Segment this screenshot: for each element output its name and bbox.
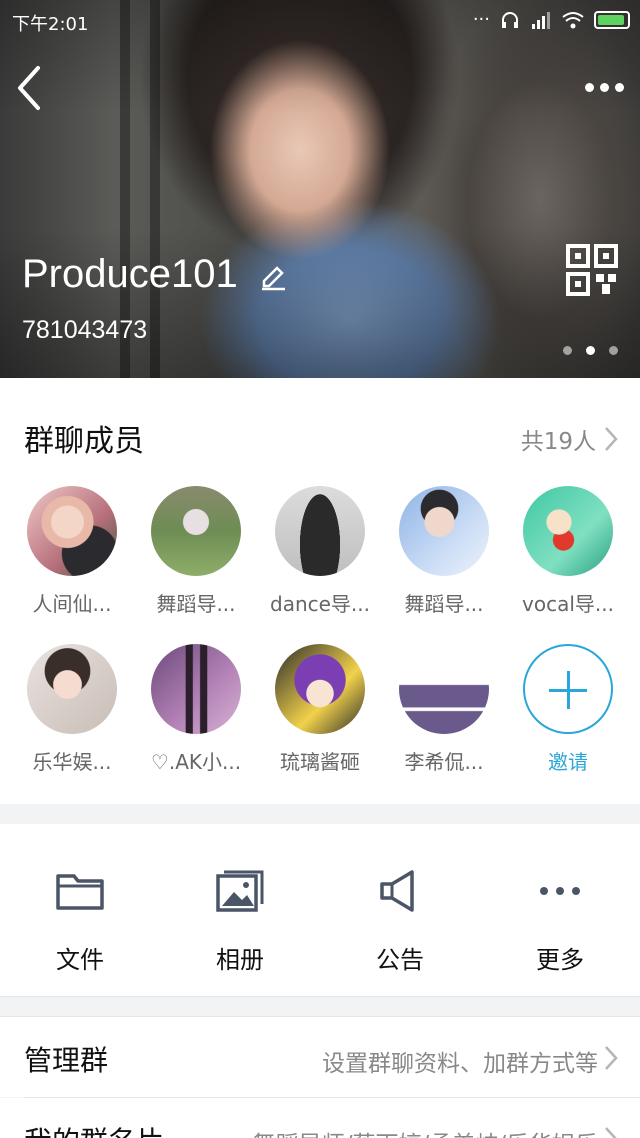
edit-icon[interactable] — [258, 262, 288, 292]
member-item[interactable]: 李希侃... — [382, 644, 506, 775]
avatar — [275, 486, 365, 576]
headphones-icon — [502, 11, 518, 28]
status-icons: ··· — [473, 9, 630, 30]
row-value: 舞蹈导师/蔡雨婷/孟美岐/乐华娱乐 — [253, 1125, 598, 1138]
avatar — [27, 486, 117, 576]
member-name: ♡.AK小... — [150, 750, 242, 774]
member-item[interactable]: 乐华娱... — [10, 644, 134, 775]
battery-icon — [594, 10, 630, 29]
files-button[interactable]: 文件 — [0, 866, 160, 975]
chevron-right-icon — [605, 1046, 618, 1070]
row-title: 我的群名片 — [24, 1120, 164, 1138]
members-section: 群聊成员 共19人 人间仙... 舞蹈导... dance导... 舞蹈导...… — [0, 378, 640, 804]
chevron-right-icon — [605, 427, 618, 451]
member-item[interactable]: 琉璃酱砸 — [258, 644, 382, 775]
more-button[interactable]: 更多 — [480, 866, 640, 975]
avatar — [151, 486, 241, 576]
quick-actions: 文件 相册 公告 更多 — [0, 824, 640, 996]
group-id: 781043473 — [22, 316, 148, 344]
more-icon — [540, 887, 580, 895]
member-name: 人间仙... — [32, 592, 112, 616]
chevron-right-icon — [605, 1127, 617, 1138]
members-count[interactable]: 共19人 — [521, 422, 596, 456]
page-dot — [609, 346, 618, 355]
more-dot — [599, 82, 609, 92]
more-options-button[interactable] — [582, 72, 626, 102]
signal-icon — [532, 11, 550, 29]
member-name: 乐华娱... — [32, 750, 112, 774]
member-name: 舞蹈导... — [156, 592, 236, 616]
chevron-left-icon — [18, 66, 40, 110]
my-group-card-row[interactable]: 我的群名片 舞蹈导师/蔡雨婷/孟美岐/乐华娱乐 — [0, 1098, 640, 1138]
announcement-button[interactable]: 公告 — [320, 866, 480, 975]
member-item[interactable]: 人间仙... — [10, 486, 134, 617]
album-button[interactable]: 相册 — [160, 866, 320, 975]
wifi-icon — [562, 11, 584, 28]
action-label: 相册 — [216, 946, 264, 974]
more-dot — [614, 82, 624, 92]
member-name: dance导... — [270, 592, 370, 616]
folder-icon — [56, 874, 104, 910]
photo-page-indicator — [563, 346, 618, 355]
back-button[interactable] — [12, 62, 52, 114]
member-item[interactable]: vocal导... — [506, 486, 630, 617]
member-name: vocal导... — [522, 592, 614, 616]
group-name: Produce101 — [22, 252, 238, 296]
avatar — [151, 644, 241, 734]
avatar — [275, 644, 365, 734]
qr-code-icon[interactable] — [566, 244, 618, 296]
divider — [0, 996, 640, 997]
avatar — [399, 644, 489, 734]
manage-group-row[interactable]: 管理群 设置群聊资料、加群方式等 — [0, 1017, 640, 1097]
member-item[interactable]: dance导... — [258, 486, 382, 617]
status-bar: 下午2:01 ··· — [0, 0, 640, 44]
avatar — [399, 486, 489, 576]
announcement-icon — [380, 870, 414, 912]
more-dot — [584, 82, 594, 92]
album-icon — [216, 870, 264, 912]
row-value: 设置群聊资料、加群方式等 — [322, 1051, 598, 1077]
row-title: 管理群 — [24, 1044, 109, 1077]
member-name: 李希侃... — [404, 750, 484, 774]
avatar — [27, 644, 117, 734]
invite-button[interactable]: 邀请 — [506, 644, 630, 775]
page-dot-active — [586, 346, 595, 355]
member-name: 琉璃酱砸 — [280, 750, 360, 774]
member-item[interactable]: 舞蹈导... — [382, 486, 506, 617]
group-cover-photo[interactable]: 下午2:01 ··· Produce101 781043473 — [0, 0, 640, 378]
avatar — [523, 486, 613, 576]
members-title: 群聊成员 — [24, 424, 144, 459]
member-name: 舞蹈导... — [404, 592, 484, 616]
member-item[interactable]: ♡.AK小... — [134, 644, 258, 775]
invite-label: 邀请 — [548, 750, 588, 774]
plus-icon — [523, 644, 613, 734]
action-label: 公告 — [376, 946, 424, 974]
member-item[interactable]: 舞蹈导... — [134, 486, 258, 617]
page-dot — [563, 346, 572, 355]
status-time: 下午2:01 — [12, 14, 89, 35]
action-label: 更多 — [536, 946, 584, 974]
action-label: 文件 — [56, 946, 104, 974]
dots-icon: ··· — [472, 9, 490, 30]
